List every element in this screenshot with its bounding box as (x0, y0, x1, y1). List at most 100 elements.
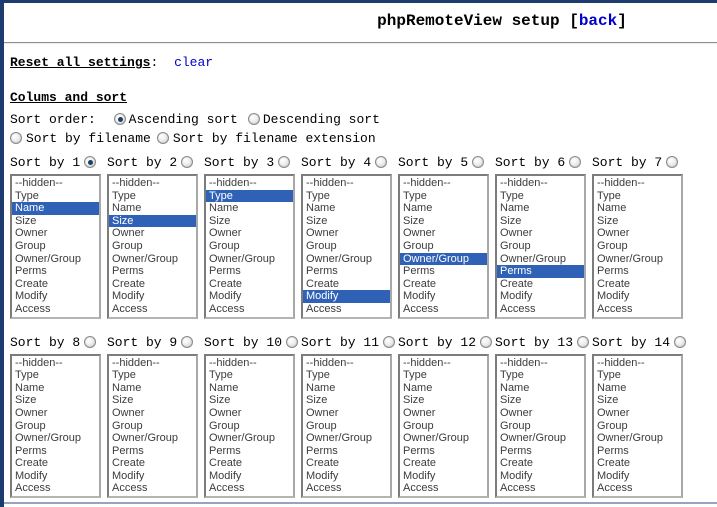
listbox-option[interactable]: Perms (206, 445, 293, 458)
listbox-option[interactable]: Owner/Group (594, 253, 681, 266)
listbox-option[interactable]: Perms (109, 265, 196, 278)
listbox-option[interactable]: Perms (400, 265, 487, 278)
listbox-option[interactable]: Access (497, 303, 584, 316)
listbox-option[interactable]: Create (12, 457, 99, 470)
listbox-option[interactable]: Perms (109, 445, 196, 458)
listbox-option[interactable]: Owner/Group (497, 253, 584, 266)
listbox-option[interactable]: Owner/Group (303, 432, 390, 445)
listbox-option[interactable]: Owner/Group (12, 432, 99, 445)
listbox-option[interactable]: Type (497, 190, 584, 203)
listbox-option[interactable]: Size (594, 394, 681, 407)
listbox-option[interactable]: Name (497, 382, 584, 395)
listbox-option[interactable]: Modify (109, 470, 196, 483)
listbox-option[interactable]: Modify (12, 290, 99, 303)
listbox-option[interactable]: Owner (303, 227, 390, 240)
listbox-option[interactable]: Size (594, 215, 681, 228)
listbox-option[interactable]: --hidden-- (303, 357, 390, 370)
listbox-option[interactable]: Size (303, 215, 390, 228)
listbox-option[interactable]: Create (594, 278, 681, 291)
listbox-option[interactable]: Owner (497, 407, 584, 420)
sort-box-13-listbox[interactable]: --hidden--TypeNameSizeOwnerGroupOwner/Gr… (495, 354, 586, 499)
sort-box-8-listbox[interactable]: --hidden--TypeNameSizeOwnerGroupOwner/Gr… (10, 354, 101, 499)
listbox-option[interactable]: Name (12, 202, 99, 215)
sort-box-3-radio[interactable] (278, 156, 290, 168)
listbox-option[interactable]: Size (206, 215, 293, 228)
listbox-option[interactable]: Group (594, 420, 681, 433)
sort-box-8-radio[interactable] (84, 336, 96, 348)
listbox-option[interactable]: Access (206, 303, 293, 316)
clear-link[interactable]: clear (174, 55, 213, 70)
listbox-option[interactable]: Group (400, 240, 487, 253)
listbox-option[interactable]: --hidden-- (12, 357, 99, 370)
listbox-option[interactable]: Access (303, 303, 390, 316)
sort-box-5-listbox[interactable]: --hidden--TypeNameSizeOwnerGroupOwner/Gr… (398, 174, 489, 319)
sort-box-6-listbox[interactable]: --hidden--TypeNameSizeOwnerGroupOwner/Gr… (495, 174, 586, 319)
listbox-option[interactable]: Type (594, 190, 681, 203)
listbox-option[interactable]: Type (400, 190, 487, 203)
listbox-option[interactable]: Modify (497, 290, 584, 303)
listbox-option[interactable]: Modify (400, 290, 487, 303)
listbox-option[interactable]: Type (12, 190, 99, 203)
listbox-option[interactable]: --hidden-- (206, 177, 293, 190)
sort-box-3-listbox[interactable]: --hidden--TypeNameSizeOwnerGroupOwner/Gr… (204, 174, 295, 319)
listbox-option[interactable]: Access (12, 303, 99, 316)
listbox-option[interactable]: Name (594, 382, 681, 395)
sort-box-1-listbox[interactable]: --hidden--TypeNameSizeOwnerGroupOwner/Gr… (10, 174, 101, 319)
sort-box-14-radio[interactable] (674, 336, 686, 348)
sort-box-5-radio[interactable] (472, 156, 484, 168)
listbox-option[interactable]: --hidden-- (109, 357, 196, 370)
sort-box-4-listbox[interactable]: --hidden--TypeNameSizeOwnerGroupOwner/Gr… (301, 174, 392, 319)
sort-box-12-radio[interactable] (480, 336, 492, 348)
listbox-option[interactable]: Perms (12, 265, 99, 278)
listbox-option[interactable]: Size (109, 394, 196, 407)
listbox-option[interactable]: Type (109, 190, 196, 203)
listbox-option[interactable]: Owner/Group (206, 253, 293, 266)
listbox-option[interactable]: Create (400, 457, 487, 470)
listbox-option[interactable]: Owner (594, 227, 681, 240)
listbox-option[interactable]: Name (303, 202, 390, 215)
listbox-option[interactable]: Size (206, 394, 293, 407)
listbox-option[interactable]: Modify (206, 290, 293, 303)
listbox-option[interactable]: Name (594, 202, 681, 215)
listbox-option[interactable]: Owner (594, 407, 681, 420)
listbox-option[interactable]: Perms (206, 265, 293, 278)
listbox-option[interactable]: Group (497, 240, 584, 253)
listbox-option[interactable]: Owner/Group (400, 253, 487, 266)
listbox-option[interactable]: Modify (594, 470, 681, 483)
listbox-option[interactable]: Owner (206, 227, 293, 240)
listbox-option[interactable]: Access (497, 482, 584, 495)
listbox-option[interactable]: Group (109, 420, 196, 433)
listbox-option[interactable]: Size (109, 215, 196, 228)
listbox-option[interactable]: Access (12, 482, 99, 495)
listbox-option[interactable]: Type (497, 369, 584, 382)
listbox-option[interactable]: Owner (12, 407, 99, 420)
listbox-option[interactable]: Group (12, 240, 99, 253)
listbox-option[interactable]: --hidden-- (303, 177, 390, 190)
listbox-option[interactable]: Perms (594, 265, 681, 278)
sort-box-4-radio[interactable] (375, 156, 387, 168)
listbox-option[interactable]: Size (12, 215, 99, 228)
listbox-option[interactable]: Access (109, 303, 196, 316)
listbox-option[interactable]: Owner (109, 227, 196, 240)
listbox-option[interactable]: Owner (303, 407, 390, 420)
listbox-option[interactable]: Modify (303, 290, 390, 303)
listbox-option[interactable]: Type (303, 190, 390, 203)
listbox-option[interactable]: Name (303, 382, 390, 395)
listbox-option[interactable]: Create (303, 278, 390, 291)
sort-box-11-listbox[interactable]: --hidden--TypeNameSizeOwnerGroupOwner/Gr… (301, 354, 392, 499)
listbox-option[interactable]: Group (109, 240, 196, 253)
listbox-option[interactable]: Modify (400, 470, 487, 483)
listbox-option[interactable]: Perms (400, 445, 487, 458)
listbox-option[interactable]: Name (206, 382, 293, 395)
listbox-option[interactable]: Perms (303, 445, 390, 458)
listbox-option[interactable]: Size (303, 394, 390, 407)
listbox-option[interactable]: Name (497, 202, 584, 215)
listbox-option[interactable]: Perms (303, 265, 390, 278)
listbox-option[interactable]: Perms (594, 445, 681, 458)
listbox-option[interactable]: --hidden-- (109, 177, 196, 190)
sort-box-7-radio[interactable] (666, 156, 678, 168)
listbox-option[interactable]: Owner/Group (109, 253, 196, 266)
ascending-sort-radio[interactable] (114, 113, 126, 125)
listbox-option[interactable]: Perms (497, 445, 584, 458)
listbox-option[interactable]: --hidden-- (497, 177, 584, 190)
